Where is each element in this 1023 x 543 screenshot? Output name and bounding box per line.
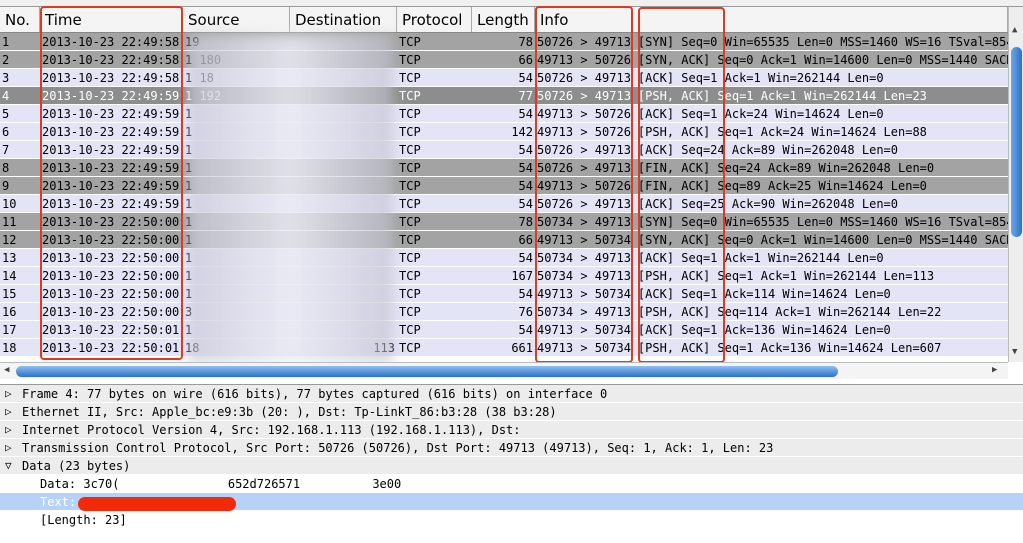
packet-length: 54 xyxy=(518,197,533,211)
packet-no: 7 xyxy=(2,143,10,157)
annotation-box-flags xyxy=(638,7,725,363)
packet-no: 3 xyxy=(2,71,10,85)
packet-protocol: TCP xyxy=(399,89,421,103)
packet-no: 12 xyxy=(2,233,17,247)
col-header-length[interactable]: Length xyxy=(472,7,535,32)
packet-protocol: TCP xyxy=(399,269,421,283)
packet-length: 78 xyxy=(518,215,533,229)
packet-details-pane[interactable]: ▷ Frame 4: 77 bytes on wire (616 bits), 7… xyxy=(0,384,1023,543)
packet-length: 54 xyxy=(518,179,533,193)
packet-protocol: TCP xyxy=(399,197,421,211)
detail-text: Data (23 bytes) xyxy=(22,459,131,473)
vertical-scroll-thumb[interactable] xyxy=(1011,47,1022,237)
detail-tree-item[interactable]: ▷ Internet Protocol Version 4, Src: 192.1… xyxy=(0,421,1023,439)
packet-length: 77 xyxy=(518,89,533,103)
packet-length: 54 xyxy=(518,251,533,265)
col-header-protocol[interactable]: Protocol xyxy=(397,7,472,32)
detail-text: Text: xyxy=(40,495,77,509)
packet-length: 54 xyxy=(518,287,533,301)
packet-protocol: TCP xyxy=(399,35,421,49)
packet-protocol: TCP xyxy=(399,341,421,355)
packet-protocol: TCP xyxy=(399,107,421,121)
col-header-no[interactable]: No. xyxy=(0,7,40,32)
packet-length: 54 xyxy=(518,323,533,337)
packet-length: 76 xyxy=(518,305,533,319)
packet-length: 78 xyxy=(518,35,533,49)
packet-no: 9 xyxy=(2,179,10,193)
packet-no: 10 xyxy=(2,197,17,211)
detail-text: Transmission Control Protocol, Src Port:… xyxy=(22,441,774,455)
expanded-triangle-icon[interactable]: ▽ xyxy=(5,457,12,475)
scroll-left-icon[interactable]: ◀ xyxy=(4,365,9,375)
detail-tree-item[interactable]: ▷ Transmission Control Protocol, Src Port… xyxy=(0,439,1023,457)
packet-length: 54 xyxy=(518,143,533,157)
col-header-destination[interactable]: Destination xyxy=(290,7,397,32)
detail-text: Internet Protocol Version 4, Src: 192.16… xyxy=(22,423,521,437)
detail-tree-item[interactable]: ▷ Ethernet II, Src: Apple_bc:e9:3b (20: )… xyxy=(0,403,1023,421)
packet-no: 8 xyxy=(2,161,10,175)
packet-no: 2 xyxy=(2,53,10,67)
horizontal-scrollbar[interactable]: ◀ ▶ xyxy=(0,362,1008,379)
blurred-addresses xyxy=(188,34,393,364)
packet-no: 17 xyxy=(2,323,17,337)
col-header-source[interactable]: Source xyxy=(183,7,290,32)
detail-tree-item[interactable]: ▽ Data (23 bytes) xyxy=(0,457,1023,475)
packet-length: 167 xyxy=(511,269,533,283)
detail-text: Data: 3c70( 652d726571 3e00 xyxy=(40,477,402,491)
detail-child-item[interactable]: Data: 3c70( 652d726571 3e00 xyxy=(0,475,1023,493)
packet-no: 11 xyxy=(2,215,17,229)
packet-protocol: TCP xyxy=(399,143,421,157)
packet-protocol: TCP xyxy=(399,233,421,247)
collapsed-triangle-icon[interactable]: ▷ xyxy=(5,403,12,421)
collapsed-triangle-icon[interactable]: ▷ xyxy=(5,385,12,403)
horizontal-scroll-thumb[interactable] xyxy=(16,366,838,377)
collapsed-triangle-icon[interactable]: ▷ xyxy=(5,421,12,439)
redaction-mark xyxy=(78,497,236,511)
detail-text: Ethernet II, Src: Apple_bc:e9:3b (20: ),… xyxy=(22,405,557,419)
scroll-right-icon[interactable]: ▶ xyxy=(992,365,997,375)
detail-text: Frame 4: 77 bytes on wire (616 bits), 77… xyxy=(22,387,608,401)
packet-length: 661 xyxy=(511,341,533,355)
packet-protocol: TCP xyxy=(399,251,421,265)
detail-tree-item[interactable]: ▷ Frame 4: 77 bytes on wire (616 bits), 7… xyxy=(0,385,1023,403)
vertical-scrollbar[interactable]: ▲ ▼ xyxy=(1008,7,1023,362)
packet-length: 54 xyxy=(518,71,533,85)
packet-protocol: TCP xyxy=(399,215,421,229)
packet-protocol: TCP xyxy=(399,161,421,175)
annotation-box-time xyxy=(40,6,183,360)
detail-text: [Length: 23] xyxy=(40,513,127,527)
scroll-up-icon[interactable]: ▲ xyxy=(1012,25,1017,35)
packet-protocol: TCP xyxy=(399,323,421,337)
collapsed-triangle-icon[interactable]: ▷ xyxy=(5,439,12,457)
packet-no: 6 xyxy=(2,125,10,139)
scroll-down-icon[interactable]: ▼ xyxy=(1012,347,1017,357)
packet-no: 14 xyxy=(2,269,17,283)
packet-protocol: TCP xyxy=(399,71,421,85)
packet-length: 66 xyxy=(518,233,533,247)
packet-no: 4 xyxy=(2,89,10,103)
packet-no: 13 xyxy=(2,251,17,265)
packet-protocol: TCP xyxy=(399,53,421,67)
packet-length: 54 xyxy=(518,161,533,175)
packet-no: 16 xyxy=(2,305,17,319)
packet-protocol: TCP xyxy=(399,179,421,193)
packet-no: 15 xyxy=(2,287,17,301)
packet-no: 18 xyxy=(2,341,17,355)
packet-no: 1 xyxy=(2,35,10,49)
packet-length: 66 xyxy=(518,53,533,67)
packet-length: 54 xyxy=(518,107,533,121)
packet-protocol: TCP xyxy=(399,305,421,319)
annotation-box-ports xyxy=(535,6,633,363)
packet-protocol: TCP xyxy=(399,125,421,139)
packet-length: 142 xyxy=(511,125,533,139)
packet-protocol: TCP xyxy=(399,287,421,301)
detail-child-item[interactable]: [Length: 23] xyxy=(0,511,1023,529)
packet-no: 5 xyxy=(2,107,10,121)
